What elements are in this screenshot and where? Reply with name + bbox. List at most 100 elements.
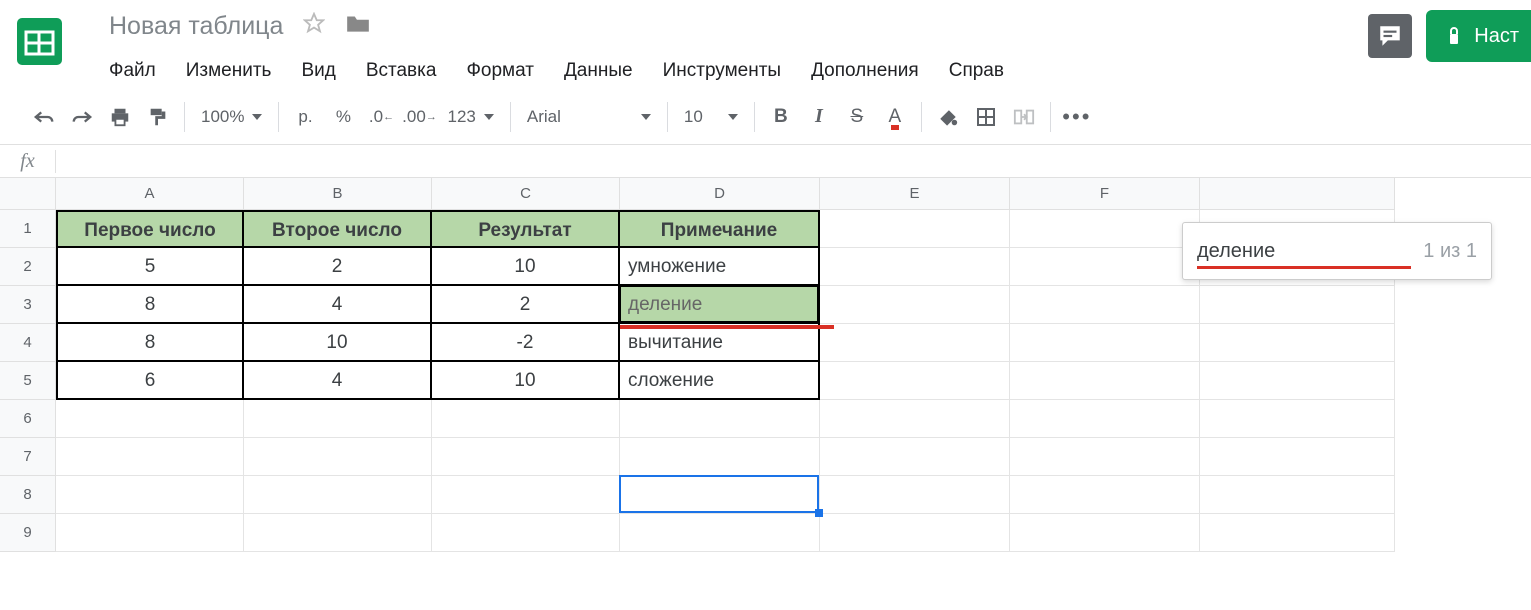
undo-button[interactable] (26, 99, 62, 135)
menu-insert[interactable]: Вставка (351, 60, 452, 82)
strikethrough-button[interactable]: S (839, 99, 875, 135)
formula-input[interactable] (56, 145, 1531, 177)
cell[interactable] (820, 324, 1010, 362)
cell[interactable] (1010, 248, 1200, 286)
cell[interactable] (820, 210, 1010, 248)
comments-button[interactable] (1368, 14, 1412, 58)
cell[interactable] (56, 400, 244, 438)
menu-tools[interactable]: Инструменты (648, 60, 796, 82)
cell[interactable]: 8 (56, 286, 244, 324)
cell[interactable]: 5 (56, 248, 244, 286)
redo-button[interactable] (64, 99, 100, 135)
select-all-corner[interactable] (0, 178, 56, 210)
cell[interactable] (820, 248, 1010, 286)
bold-button[interactable]: B (763, 99, 799, 135)
font-size-dropdown[interactable]: 10 (676, 99, 746, 135)
print-button[interactable] (102, 99, 138, 135)
cell[interactable] (1010, 210, 1200, 248)
find-input[interactable] (1197, 240, 1411, 263)
number-format-dropdown[interactable]: 123 (439, 99, 501, 135)
row-header-3[interactable]: 3 (0, 286, 56, 324)
cell[interactable] (1010, 362, 1200, 400)
row-header-8[interactable]: 8 (0, 476, 56, 514)
row-header-4[interactable]: 4 (0, 324, 56, 362)
folder-icon[interactable] (345, 12, 371, 40)
cell[interactable] (820, 438, 1010, 476)
cell[interactable] (1010, 286, 1200, 324)
col-header-C[interactable]: C (432, 178, 620, 210)
row-header-6[interactable]: 6 (0, 400, 56, 438)
col-header-F[interactable]: F (1010, 178, 1200, 210)
cell[interactable]: Примечание (620, 210, 820, 248)
cell[interactable] (820, 514, 1010, 552)
cell[interactable] (1010, 514, 1200, 552)
menu-file[interactable]: Файл (109, 60, 171, 82)
cell[interactable]: сложение (620, 362, 820, 400)
cell[interactable] (244, 438, 432, 476)
currency-button[interactable]: р. (287, 99, 323, 135)
cell[interactable] (620, 476, 820, 514)
cell[interactable] (820, 286, 1010, 324)
cell[interactable] (820, 362, 1010, 400)
italic-button[interactable]: I (801, 99, 837, 135)
cell[interactable]: 10 (432, 248, 620, 286)
cell[interactable]: умножение (620, 248, 820, 286)
sheets-logo[interactable] (12, 14, 67, 69)
cell[interactable] (1010, 400, 1200, 438)
cell[interactable] (1010, 476, 1200, 514)
cell[interactable]: 4 (244, 286, 432, 324)
cell[interactable] (56, 476, 244, 514)
cell[interactable]: 10 (244, 324, 432, 362)
cell[interactable] (1200, 476, 1395, 514)
menu-data[interactable]: Данные (549, 60, 648, 82)
cell[interactable]: Первое число (56, 210, 244, 248)
row-header-5[interactable]: 5 (0, 362, 56, 400)
cell[interactable]: 6 (56, 362, 244, 400)
menu-help[interactable]: Справ (934, 60, 1019, 82)
cell[interactable] (244, 476, 432, 514)
col-header-E[interactable]: E (820, 178, 1010, 210)
cell[interactable] (1200, 400, 1395, 438)
cell[interactable] (244, 514, 432, 552)
cell[interactable]: 10 (432, 362, 620, 400)
zoom-dropdown[interactable]: 100% (193, 99, 270, 135)
cell[interactable] (1010, 438, 1200, 476)
cell[interactable] (620, 514, 820, 552)
star-icon[interactable] (303, 12, 325, 40)
decrease-decimals-button[interactable]: .0← (363, 99, 399, 135)
cell[interactable]: 8 (56, 324, 244, 362)
cell[interactable]: -2 (432, 324, 620, 362)
borders-button[interactable] (968, 99, 1004, 135)
cell[interactable] (432, 476, 620, 514)
col-header-A[interactable]: A (56, 178, 244, 210)
menu-addons[interactable]: Дополнения (796, 60, 934, 82)
cell[interactable]: Результат (432, 210, 620, 248)
percent-button[interactable]: % (325, 99, 361, 135)
cell[interactable]: 4 (244, 362, 432, 400)
cell[interactable]: 2 (432, 286, 620, 324)
settings-button[interactable]: Наст (1426, 10, 1531, 62)
cell[interactable] (244, 400, 432, 438)
cell[interactable] (432, 514, 620, 552)
increase-decimals-button[interactable]: .00→ (401, 99, 437, 135)
cell[interactable] (1200, 286, 1395, 324)
row-header-9[interactable]: 9 (0, 514, 56, 552)
col-header-D[interactable]: D (620, 178, 820, 210)
cell[interactable] (432, 438, 620, 476)
col-header-B[interactable]: B (244, 178, 432, 210)
cell[interactable] (620, 438, 820, 476)
cell[interactable]: деление (620, 286, 820, 324)
menu-edit[interactable]: Изменить (171, 60, 287, 82)
cell[interactable] (620, 400, 820, 438)
more-button[interactable]: ••• (1059, 99, 1095, 135)
doc-title[interactable]: Новая таблица (79, 12, 283, 41)
menu-format[interactable]: Формат (451, 60, 549, 82)
cell[interactable] (1200, 514, 1395, 552)
row-header-7[interactable]: 7 (0, 438, 56, 476)
row-header-2[interactable]: 2 (0, 248, 56, 286)
font-dropdown[interactable]: Arial (519, 99, 659, 135)
text-color-button[interactable]: A (877, 99, 913, 135)
cell[interactable] (820, 476, 1010, 514)
cell[interactable] (1200, 438, 1395, 476)
col-header-G[interactable] (1200, 178, 1395, 210)
